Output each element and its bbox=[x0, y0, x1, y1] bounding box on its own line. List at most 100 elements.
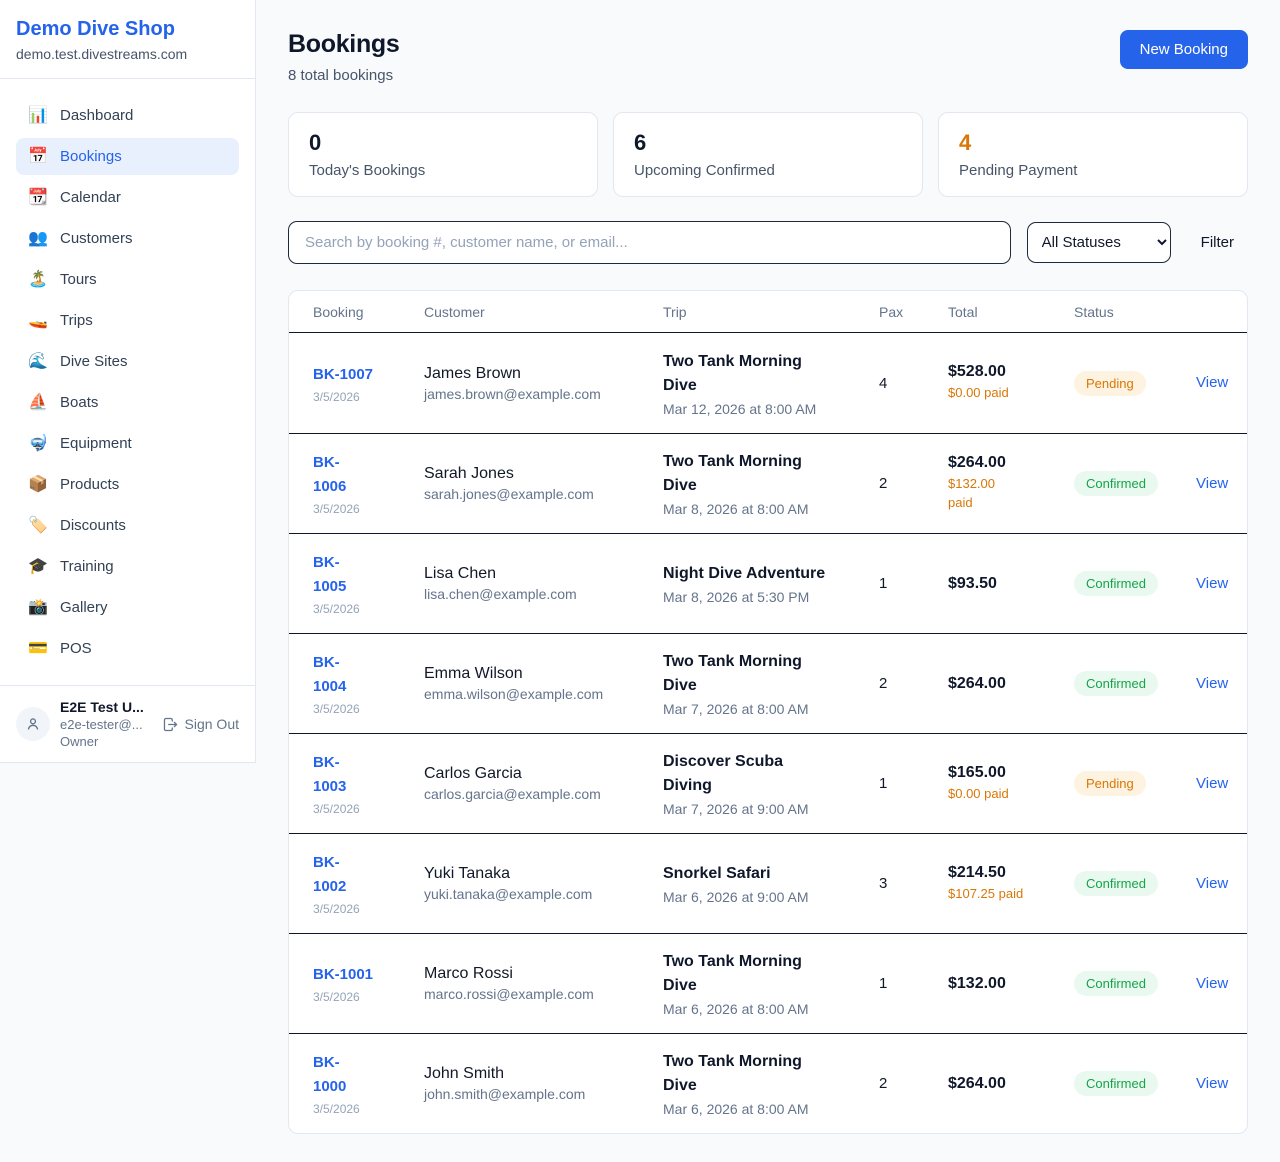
view-link[interactable]: View bbox=[1196, 675, 1228, 692]
pax-count: 1 bbox=[879, 775, 948, 792]
status-badge: Confirmed bbox=[1074, 471, 1158, 496]
sidebar-item-label: Tours bbox=[60, 271, 97, 288]
sidebar-item-trips[interactable]: 🚤 Trips bbox=[16, 302, 239, 339]
stat-card: 6 Upcoming Confirmed bbox=[613, 112, 923, 197]
new-booking-button[interactable]: New Booking bbox=[1120, 30, 1248, 69]
sidebar-item-label: Equipment bbox=[60, 435, 132, 452]
booking-date: 3/5/2026 bbox=[313, 1102, 424, 1116]
sidebar-item-discounts[interactable]: 🏷️ Discounts bbox=[16, 507, 239, 544]
trip-datetime: Mar 8, 2026 at 5:30 PM bbox=[663, 589, 879, 605]
trip-datetime: Mar 7, 2026 at 8:00 AM bbox=[663, 701, 879, 717]
brand-title[interactable]: Demo Dive Shop bbox=[16, 18, 239, 41]
total-amount: $214.50 bbox=[948, 864, 1074, 882]
sidebar-item-label: Bookings bbox=[60, 148, 122, 165]
customer-email: john.smith@example.com bbox=[424, 1086, 663, 1102]
user-section: E2E Test U... e2e-tester@... Owner Sign … bbox=[0, 685, 255, 762]
view-link[interactable]: View bbox=[1196, 975, 1228, 992]
trip-datetime: Mar 6, 2026 at 8:00 AM bbox=[663, 1101, 879, 1117]
trip-name: Two Tank Morning Dive bbox=[663, 950, 879, 998]
booking-date: 3/5/2026 bbox=[313, 502, 424, 516]
table-row: BK- 1006 3/5/2026 Sarah Jones sarah.jone… bbox=[289, 433, 1247, 533]
tours-icon: 🏝️ bbox=[28, 272, 48, 288]
booking-id-link[interactable]: BK-1001 bbox=[313, 966, 373, 983]
sidebar: Demo Dive Shop demo.test.divestreams.com… bbox=[0, 0, 256, 763]
sidebar-item-label: Calendar bbox=[60, 189, 121, 206]
trip-name: Two Tank Morning Dive bbox=[663, 650, 879, 698]
total-amount: $528.00 bbox=[948, 363, 1074, 381]
booking-id-link[interactable]: BK- 1006 bbox=[313, 454, 346, 495]
sidebar-item-label: Discounts bbox=[60, 517, 126, 534]
sidebar-item-customers[interactable]: 👥 Customers bbox=[16, 220, 239, 257]
view-link[interactable]: View bbox=[1196, 875, 1228, 892]
stat-value: 6 bbox=[634, 130, 902, 156]
pax-count: 2 bbox=[879, 675, 948, 692]
sign-out-button[interactable]: Sign Out bbox=[162, 716, 239, 733]
sidebar-item-dashboard[interactable]: 📊 Dashboard bbox=[16, 97, 239, 134]
booking-date: 3/5/2026 bbox=[313, 802, 424, 816]
sidebar-item-calendar[interactable]: 📆 Calendar bbox=[16, 179, 239, 216]
view-link[interactable]: View bbox=[1196, 575, 1228, 592]
booking-id-link[interactable]: BK- 1004 bbox=[313, 654, 346, 695]
status-badge: Confirmed bbox=[1074, 871, 1158, 896]
customer-name: Yuki Tanaka bbox=[424, 865, 663, 883]
status-filter-select[interactable]: All Statuses bbox=[1027, 222, 1171, 263]
sidebar-item-label: Boats bbox=[60, 394, 98, 411]
sidebar-item-gallery[interactable]: 📸 Gallery bbox=[16, 589, 239, 626]
booking-id-link[interactable]: BK-1007 bbox=[313, 366, 373, 383]
total-amount: $165.00 bbox=[948, 764, 1074, 782]
sidebar-item-dive-sites[interactable]: 🌊 Dive Sites bbox=[16, 343, 239, 380]
trip-name: Discover Scuba Diving bbox=[663, 750, 879, 798]
gallery-icon: 📸 bbox=[28, 600, 48, 616]
view-link[interactable]: View bbox=[1196, 374, 1228, 391]
pax-count: 1 bbox=[879, 975, 948, 992]
booking-id-link[interactable]: BK- 1003 bbox=[313, 754, 346, 795]
pos-icon: 💳 bbox=[28, 641, 48, 657]
trip-datetime: Mar 8, 2026 at 8:00 AM bbox=[663, 501, 879, 517]
status-badge: Confirmed bbox=[1074, 1071, 1158, 1096]
sidebar-item-equipment[interactable]: 🤿 Equipment bbox=[16, 425, 239, 462]
table-row: BK-1007 3/5/2026 James Brown james.brown… bbox=[289, 333, 1247, 433]
sidebar-item-pos[interactable]: 💳 POS bbox=[16, 630, 239, 667]
sidebar-item-bookings[interactable]: 📅 Bookings bbox=[16, 138, 239, 175]
total-amount: $264.00 bbox=[948, 454, 1074, 472]
brand-domain: demo.test.divestreams.com bbox=[16, 46, 239, 62]
customer-email: yuki.tanaka@example.com bbox=[424, 886, 663, 902]
view-link[interactable]: View bbox=[1196, 475, 1228, 492]
pax-count: 2 bbox=[879, 475, 948, 492]
customer-email: sarah.jones@example.com bbox=[424, 486, 663, 502]
booking-id-link[interactable]: BK- 1002 bbox=[313, 854, 346, 895]
search-input[interactable] bbox=[288, 221, 1011, 264]
booking-id-link[interactable]: BK- 1000 bbox=[313, 1054, 346, 1095]
app-root: Demo Dive Shop demo.test.divestreams.com… bbox=[0, 0, 1280, 1162]
user-meta: E2E Test U... e2e-tester@... Owner bbox=[60, 699, 152, 749]
trip-datetime: Mar 6, 2026 at 9:00 AM bbox=[663, 889, 879, 905]
trips-icon: 🚤 bbox=[28, 313, 48, 329]
table-row: BK- 1005 3/5/2026 Lisa Chen lisa.chen@ex… bbox=[289, 533, 1247, 633]
table-body: BK-1007 3/5/2026 James Brown james.brown… bbox=[289, 333, 1247, 1133]
col-header-status: Status bbox=[1074, 304, 1196, 320]
table-header-row: Booking Customer Trip Pax Total Status bbox=[289, 291, 1247, 333]
sidebar-item-tours[interactable]: 🏝️ Tours bbox=[16, 261, 239, 298]
booking-id-link[interactable]: BK- 1005 bbox=[313, 554, 346, 595]
col-header-customer: Customer bbox=[424, 304, 663, 320]
sidebar-item-products[interactable]: 📦 Products bbox=[16, 466, 239, 503]
stat-card: 4 Pending Payment bbox=[938, 112, 1248, 197]
table-row: BK- 1002 3/5/2026 Yuki Tanaka yuki.tanak… bbox=[289, 833, 1247, 933]
sidebar-item-label: Customers bbox=[60, 230, 133, 247]
table-row: BK- 1000 3/5/2026 John Smith john.smith@… bbox=[289, 1033, 1247, 1133]
page-header-text: Bookings 8 total bookings bbox=[288, 30, 400, 84]
view-link[interactable]: View bbox=[1196, 1075, 1228, 1092]
total-amount: $93.50 bbox=[948, 575, 1074, 593]
col-header-trip: Trip bbox=[663, 304, 879, 320]
trip-name: Two Tank Morning Dive bbox=[663, 1050, 879, 1098]
status-badge: Confirmed bbox=[1074, 971, 1158, 996]
view-link[interactable]: View bbox=[1196, 775, 1228, 792]
table-row: BK- 1003 3/5/2026 Carlos Garcia carlos.g… bbox=[289, 733, 1247, 833]
sign-out-label: Sign Out bbox=[185, 716, 239, 732]
sidebar-nav: 📊 Dashboard 📅 Bookings 📆 Calendar 👥 Cust… bbox=[0, 79, 255, 685]
sidebar-item-training[interactable]: 🎓 Training bbox=[16, 548, 239, 585]
page-header: Bookings 8 total bookings New Booking bbox=[288, 30, 1248, 84]
sidebar-item-boats[interactable]: ⛵ Boats bbox=[16, 384, 239, 421]
trip-datetime: Mar 7, 2026 at 9:00 AM bbox=[663, 801, 879, 817]
filter-button[interactable]: Filter bbox=[1187, 226, 1248, 259]
